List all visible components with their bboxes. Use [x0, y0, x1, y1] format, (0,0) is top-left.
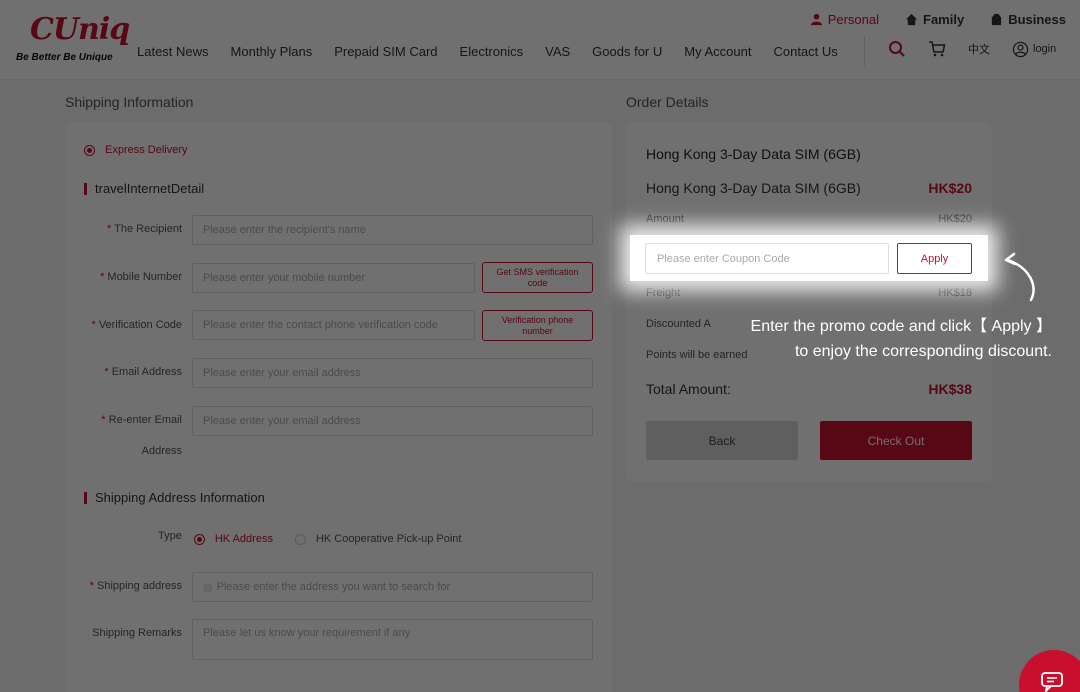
email-label: * Email Address [104, 366, 182, 378]
chat-icon [1041, 672, 1063, 692]
nav-latest-news[interactable]: Latest News [137, 44, 209, 59]
product-title: Hong Kong 3-Day Data SIM (6GB) [646, 146, 861, 162]
email-input[interactable]: Please enter your email address [192, 358, 593, 388]
back-button[interactable]: Back [646, 421, 798, 460]
mobile-label: * Mobile Number [100, 271, 182, 283]
cart-icon [929, 41, 946, 57]
nav-vas[interactable]: VAS [545, 44, 570, 59]
login-button[interactable]: login [1012, 41, 1056, 58]
total-label: Total Amount: [646, 381, 731, 397]
discounted-amount-label: Discounted A [646, 318, 711, 330]
segment-personal[interactable]: Personal [810, 12, 879, 27]
home-icon [905, 13, 918, 26]
logo[interactable]: CUniq Be Better Be Unique [16, 10, 130, 68]
segment-family-label: Family [923, 12, 965, 27]
curved-arrow-icon [1004, 252, 1035, 302]
nav-my-account[interactable]: My Account [684, 44, 751, 59]
search-button[interactable] [888, 40, 906, 58]
recipient-input[interactable]: Please enter the recipient's name [192, 215, 593, 245]
freight-label: Freight [646, 287, 681, 299]
address-subtitle: Shipping Address Information [84, 491, 265, 504]
verification-label: * Verification Code [91, 319, 182, 331]
address-type-row: Type HK Address HK Cooperative Pick-up P… [158, 530, 475, 545]
email-label-text: Email Address [111, 366, 182, 378]
checkout-button[interactable]: Check Out [820, 421, 972, 460]
order-details-card: Hong Kong 3-Day Data SIM (6GB) Hong Kong… [626, 122, 992, 482]
site-header: CUniq Be Better Be Unique Personal Famil… [0, 0, 1080, 80]
remarks-textarea[interactable]: Please let us know your requirement if a… [192, 619, 593, 660]
location-pin-icon: ◎ [203, 581, 213, 594]
header-tools: 中文 login [888, 40, 1056, 58]
nav-monthly-plans[interactable]: Monthly Plans [231, 44, 313, 59]
shipping-form-card: Express Delivery travelInternetDetail * … [66, 122, 612, 692]
express-delivery-label: Express Delivery [105, 144, 188, 156]
shipping-address-label: * Shipping address [89, 580, 182, 592]
type-label: Type [158, 530, 182, 542]
building-icon [992, 13, 1002, 26]
user-circle-icon [1012, 41, 1029, 57]
language-switch[interactable]: 中文 [968, 41, 990, 57]
chat-button[interactable] [1019, 650, 1080, 692]
amount-value: HK$20 [938, 213, 972, 225]
express-delivery-option[interactable]: Express Delivery [84, 144, 188, 156]
reemail-input[interactable]: Please enter your email address [192, 406, 593, 436]
shipping-section-title: Shipping Information [65, 94, 194, 110]
cart-button[interactable] [928, 40, 946, 58]
segment-family[interactable]: Family [905, 12, 964, 27]
type-option-hk-address[interactable]: HK Address [193, 533, 273, 545]
reemail-label-line2: Address [141, 445, 182, 457]
nav-goods-for-u[interactable]: Goods for U [592, 44, 662, 59]
verify-phone-button[interactable]: Verification phone number [482, 310, 593, 341]
reemail-label: * Re-enter Email [101, 414, 182, 426]
radio-unselected-icon [294, 533, 306, 545]
verification-label-text: Verification Code [98, 319, 182, 331]
points-label: Points will be earned [646, 349, 748, 361]
logo-tagline: Be Better Be Unique [16, 52, 113, 63]
remarks-label: Shipping Remarks [92, 627, 182, 639]
mobile-label-text: Mobile Number [107, 271, 182, 283]
nav-prepaid-sim[interactable]: Prepaid SIM Card [334, 44, 437, 59]
type-option-hk-address-label: HK Address [214, 533, 273, 545]
detail-subtitle: travelInternetDetail [84, 182, 204, 195]
person-icon [810, 13, 822, 26]
type-option-pickup-label: HK Cooperative Pick-up Point [315, 533, 462, 545]
login-label: login [1033, 43, 1057, 55]
mobile-input[interactable]: Please enter your mobile number [192, 263, 475, 293]
segment-personal-label: Personal [827, 12, 879, 27]
apply-coupon-button[interactable]: Apply [897, 243, 972, 274]
search-icon [889, 41, 905, 57]
nav-electronics[interactable]: Electronics [460, 44, 524, 59]
total-value: HK$38 [928, 381, 972, 397]
coupon-tooltip: Enter the promo code and click【 Apply 】 … [751, 314, 1052, 364]
nav-contact-us[interactable]: Contact Us [773, 44, 837, 59]
segment-business[interactable]: Business [990, 12, 1066, 27]
segment-switcher: Personal Family Business [810, 12, 1066, 27]
radio-selected-icon [193, 533, 205, 545]
coupon-spotlight: Please enter Coupon Code Apply [630, 235, 988, 281]
shipping-address-label-text: Shipping address [96, 580, 182, 592]
shipping-address-placeholder: Please enter the address you want to sea… [216, 581, 451, 593]
freight-value: HK$18 [938, 287, 972, 299]
main-nav: Latest News Monthly Plans Prepaid SIM Ca… [126, 44, 849, 59]
amount-label: Amount [646, 213, 684, 225]
logo-mark: CUniq [30, 12, 130, 47]
product-price: HK$20 [928, 180, 972, 196]
recipient-label-text: The Recipient [114, 223, 182, 235]
recipient-label: * The Recipient [106, 223, 182, 235]
verification-input[interactable]: Please enter the contact phone verificat… [192, 310, 475, 340]
shipping-address-input[interactable]: ◎ Please enter the address you want to s… [192, 572, 593, 602]
order-section-title: Order Details [626, 94, 709, 110]
get-sms-code-button[interactable]: Get SMS verification code [482, 262, 593, 293]
type-option-pickup[interactable]: HK Cooperative Pick-up Point [294, 533, 462, 545]
tooltip-line-1: Enter the promo code and click【 Apply 】 [750, 318, 1052, 335]
segment-business-label: Business [1008, 12, 1066, 27]
tooltip-line-2: to enjoy the corresponding discount. [794, 343, 1052, 360]
reemail-label-text: Re-enter Email [108, 414, 182, 426]
coupon-code-input[interactable]: Please enter Coupon Code [645, 243, 889, 274]
header-divider [864, 36, 865, 66]
product-name: Hong Kong 3-Day Data SIM (6GB) [646, 180, 861, 196]
radio-selected-icon [84, 144, 95, 156]
